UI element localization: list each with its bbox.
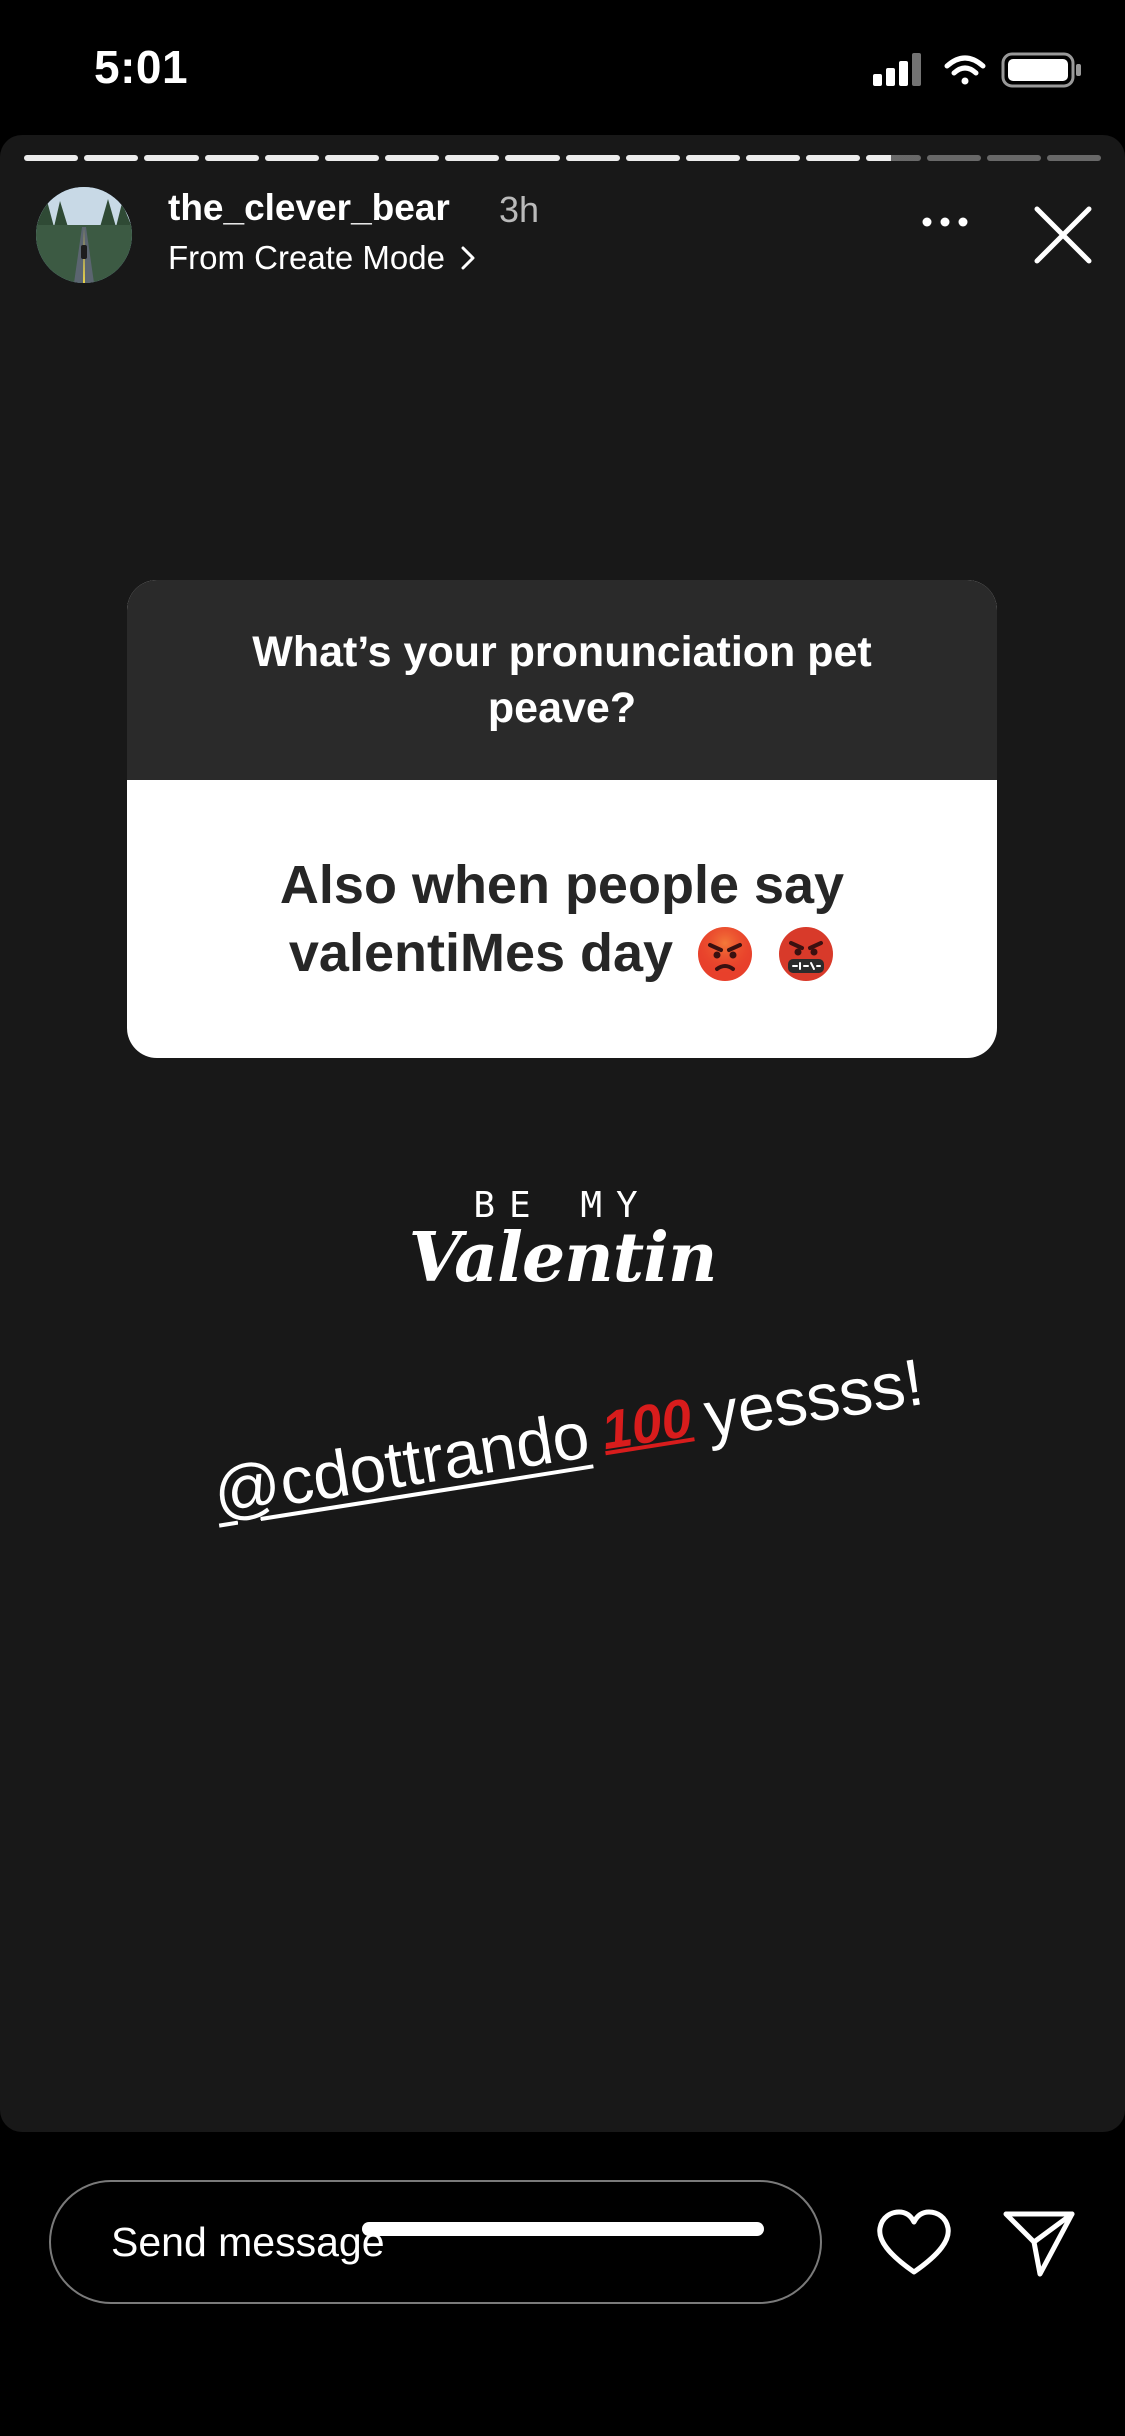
more-options-icon[interactable] — [915, 207, 975, 237]
mention-handle[interactable]: @cdottrando — [208, 1396, 594, 1530]
story-time-ago: 3h — [499, 189, 540, 230]
send-message-input[interactable] — [49, 2180, 822, 2304]
status-bar: 5:01 — [0, 0, 1125, 135]
progress-segment — [926, 155, 981, 161]
chevron-right-icon — [461, 246, 475, 270]
home-indicator[interactable] — [362, 2222, 764, 2236]
story-progress-bar — [24, 155, 1102, 161]
progress-segment — [986, 155, 1041, 161]
be-my-sticker-script: Valentin — [408, 1218, 718, 1298]
answer-container: Also when people say valentiMes day — [177, 851, 947, 987]
status-time: 5:01 — [94, 41, 189, 93]
progress-segment — [806, 155, 861, 161]
cellular-signal-icon — [873, 53, 921, 86]
question-sticker[interactable]: What’s your pronunciation pet peave? Als… — [127, 580, 997, 1058]
progress-segment — [385, 155, 440, 161]
status-icons — [873, 52, 1081, 88]
progress-segment — [685, 155, 741, 161]
story-viewer[interactable]: the_clever_bear 3h From Create Mode What… — [0, 135, 1125, 2132]
story-username[interactable]: the_clever_bear — [168, 187, 450, 229]
question-text: What’s your pronunciation pet peave? — [252, 628, 872, 732]
face-with-symbols-on-mouth-emoji — [779, 927, 834, 981]
progress-segment — [625, 155, 680, 161]
wifi-icon — [944, 55, 986, 85]
answer-body: Also when people say valentiMes day — [127, 780, 997, 1058]
send-icon[interactable] — [1002, 2206, 1076, 2280]
progress-segment-current — [866, 155, 921, 161]
progress-segment — [144, 155, 199, 161]
create-mode-label: From Create Mode — [168, 239, 445, 276]
progress-segment — [565, 155, 620, 161]
progress-segment — [445, 155, 500, 161]
close-icon[interactable] — [1031, 203, 1095, 267]
progress-segment — [324, 155, 380, 161]
progress-segment — [24, 155, 79, 161]
progress-segment — [505, 155, 560, 161]
progress-segment — [84, 155, 139, 161]
avatar[interactable] — [36, 187, 132, 283]
mention-text: @cdottrando 100 yessss! — [208, 1343, 928, 1530]
progress-segment — [1046, 155, 1102, 161]
pouting-face-emoji — [698, 927, 753, 981]
heart-icon[interactable] — [874, 2208, 954, 2278]
hundred-points-emoji: 100 — [597, 1387, 696, 1462]
mention-suffix: yessss! — [699, 1344, 929, 1452]
answer-text: Also when people say valentiMes day — [279, 855, 845, 983]
road-landscape-image — [36, 187, 132, 283]
battery-icon — [1001, 52, 1081, 88]
progress-segment — [264, 155, 319, 161]
progress-segment — [746, 155, 801, 161]
create-mode-link[interactable]: From Create Mode — [168, 239, 481, 277]
question-header: What’s your pronunciation pet peave? — [127, 580, 997, 780]
reply-bar — [0, 2132, 1125, 2436]
progress-segment — [204, 155, 259, 161]
